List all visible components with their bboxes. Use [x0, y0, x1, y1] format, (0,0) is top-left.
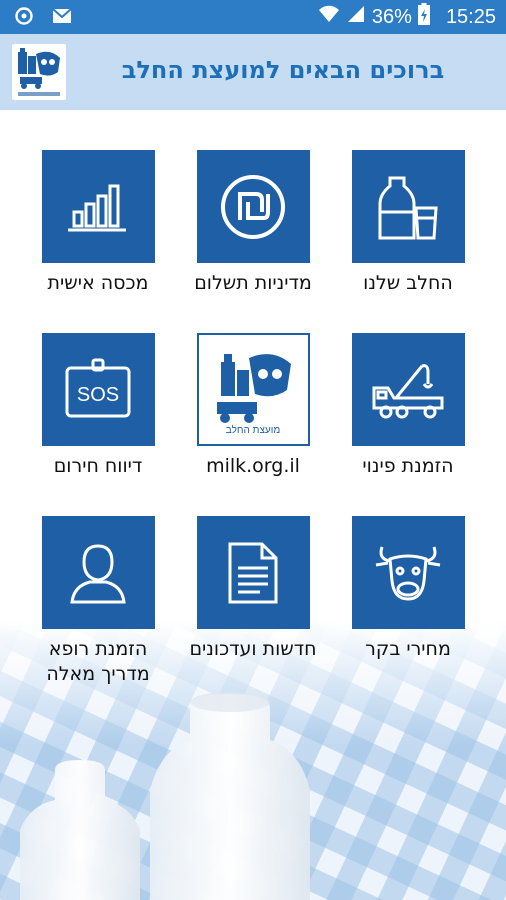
sync-icon [14, 6, 34, 31]
cow-icon [351, 516, 465, 629]
battery-percent: 36% [371, 5, 412, 28]
battery-icon [417, 3, 430, 31]
tile-news-updates[interactable]: חדשות ועדכונים [168, 516, 338, 662]
tile-label: מדיניות תשלום [194, 272, 312, 294]
tow-truck-icon [351, 333, 465, 446]
tile-label: מכסה אישית [47, 272, 149, 294]
person-icon [41, 516, 155, 629]
milk-bottle-icon [351, 150, 465, 263]
status-bar: 36% 15:25 [0, 0, 506, 34]
tile-label: חדשות ועדכונים [189, 638, 317, 660]
tile-label: הזמנת פינוי [362, 455, 454, 477]
tile-our-milk[interactable]: החלב שלנו [323, 150, 493, 296]
mail-icon [52, 8, 72, 29]
wifi-icon [318, 4, 340, 30]
tile-order-evacuation[interactable]: הזמנת פינוי [323, 333, 493, 479]
page-title: ברוכים הבאים למועצת החלב [121, 56, 445, 84]
milk-council-logo-icon[interactable] [12, 44, 66, 100]
milk-council-logo-icon: מועצת החלב [196, 333, 310, 446]
tile-label: דיווח חירום [53, 455, 143, 477]
sos-icon: SOS [41, 333, 155, 446]
tile-label: מחירי בקר [365, 638, 451, 660]
shekel-icon [196, 150, 310, 263]
svg-text:SOS: SOS [77, 384, 119, 406]
tile-milk-site[interactable]: מועצת החלב milk.org.il [168, 333, 338, 479]
signal-icon [346, 4, 366, 30]
tile-label-line2: מדריך מאלה [46, 663, 150, 685]
status-left [14, 6, 72, 31]
logo-caption: מועצת החלב [225, 425, 281, 436]
tile-order-vet[interactable]: הזמנת רופא מדריך מאלה [13, 516, 183, 687]
document-icon [196, 516, 310, 629]
tile-label: milk.org.il [206, 455, 300, 477]
tile-payment-policy[interactable]: מדיניות תשלום [168, 150, 338, 296]
app-header: ברוכים הבאים למועצת החלב [0, 34, 506, 110]
tile-label: הזמנת רופא מדריך מאלה [13, 637, 183, 687]
tile-emergency-report[interactable]: SOS דיווח חירום [13, 333, 183, 479]
tile-label: החלב שלנו [363, 272, 453, 294]
tile-label-line1: הזמנת רופא [48, 638, 148, 660]
bar-chart-icon [41, 150, 155, 263]
tile-personal-quota[interactable]: מכסה אישית [13, 150, 183, 296]
clock: 15:25 [445, 5, 496, 28]
status-right: 36% 15:25 [318, 3, 496, 31]
tile-cattle-prices[interactable]: מחירי בקר [323, 516, 493, 662]
